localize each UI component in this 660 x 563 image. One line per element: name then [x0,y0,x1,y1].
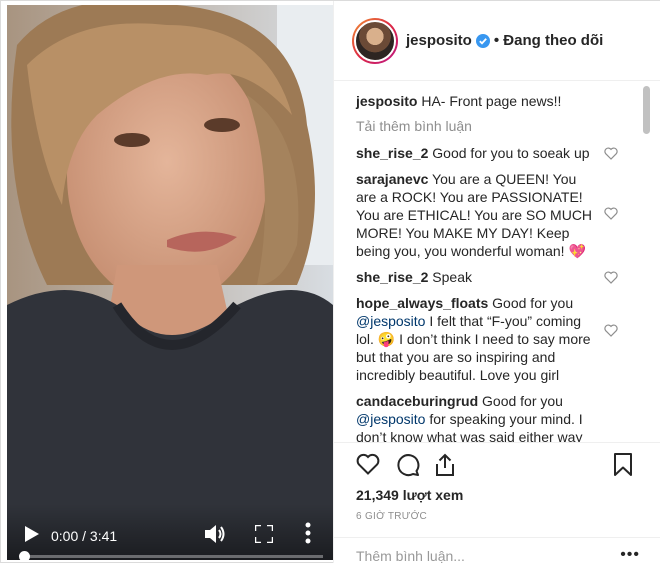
fullscreen-icon[interactable] [255,525,273,543]
load-more-comments[interactable]: Tải thêm bình luận [356,118,654,134]
view-count[interactable]: 21,349 lượt xem [356,487,463,503]
comment-mention[interactable]: @jesposito [356,313,425,329]
more-vertical-icon[interactable] [305,522,311,544]
add-comment-bar: Thêm bình luận... ••• [334,537,660,563]
action-icons [334,443,660,487]
follow-status[interactable]: • Đang theo dõi [494,32,603,49]
more-options-icon[interactable]: ••• [620,546,640,563]
comment-username[interactable]: sarajanevc [356,171,428,187]
comment-username[interactable]: she_rise_2 [356,269,428,285]
heart-icon[interactable] [604,271,618,284]
video-time: 0:00 / 3:41 [51,528,118,544]
heart-icon[interactable] [604,147,618,160]
comment-item: candaceburingrud Good for you @jesposito… [356,392,596,442]
video-player[interactable]: 0:00 / 3:41 [7,5,333,560]
avatar[interactable] [352,17,398,64]
comments-list[interactable]: jesposito HA- Front page news!! Tải thêm… [334,82,654,442]
comment-item: hope_always_floats Good for you @jesposi… [356,294,618,384]
add-comment-input[interactable]: Thêm bình luận... [356,548,465,563]
comment-text: Speak [432,269,472,285]
post-header: jesposito • Đang theo dõi [334,1,660,81]
post-timestamp: 6 GIỜ TRƯỚC [356,511,428,522]
post-window: 0:00 / 3:41 jesposito • Đang theo dõi je… [0,0,660,563]
comment-text: Good for you [492,295,574,311]
post-actions: 21,349 lượt xem 6 GIỜ TRƯỚC Thêm bình lu… [334,442,660,563]
video-progress-bar[interactable] [19,551,323,560]
caption-text: HA- Front page news!! [421,93,562,109]
volume-icon[interactable] [205,524,227,544]
video-scrubber-knob[interactable] [19,551,30,560]
comment-username[interactable]: she_rise_2 [356,145,428,161]
video-frame-image [7,5,333,560]
comment-username[interactable]: candaceburingrud [356,393,478,409]
comment-item: sarajanevc You are a QUEEN! You are a RO… [356,170,618,260]
comment-mention[interactable]: @jesposito [356,411,425,427]
comments-scrollbar[interactable] [643,86,650,134]
caption-username[interactable]: jesposito [356,93,417,109]
play-icon[interactable] [25,526,39,542]
post-caption: jesposito HA- Front page news!! [356,92,616,110]
comment-text: Good for you to soeak up [432,145,590,161]
heart-icon[interactable] [604,207,618,220]
heart-icon[interactable] [604,324,618,337]
verified-icon [475,33,490,48]
comment-username[interactable]: hope_always_floats [356,295,488,311]
video-controls: 0:00 / 3:41 [7,504,333,560]
header-username[interactable]: jesposito [406,32,472,49]
heart-icon[interactable] [356,453,380,475]
comment-item: she_rise_2 Good for you to soeak up [356,144,618,162]
comment-text: Good for you [482,393,563,409]
bookmark-icon[interactable] [614,453,632,477]
comment-item: she_rise_2 Speak [356,268,618,286]
post-sidebar: jesposito • Đang theo dõi jesposito HA- … [333,1,660,563]
comment-icon[interactable] [396,453,420,477]
share-icon[interactable] [434,453,456,477]
